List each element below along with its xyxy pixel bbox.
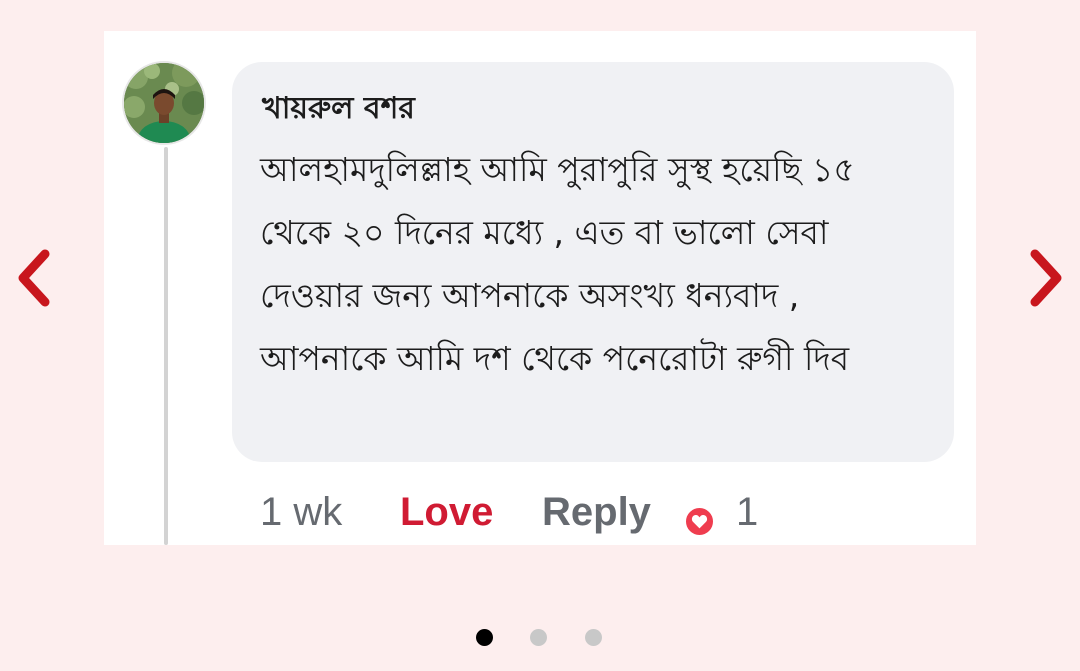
thread-line [164,147,168,545]
avatar[interactable] [122,61,206,145]
heart-icon[interactable] [684,506,715,537]
comment-text: আলহামদুলিল্লাহ আমি পুরাপুরি সুস্থ হয়েছি… [260,150,855,378]
pagination-dot-3[interactable] [585,629,602,646]
chevron-right-icon [1030,249,1062,307]
chevron-left-icon [18,249,50,307]
comment-author[interactable]: খায়রুল বশর [262,84,415,135]
next-slide-button[interactable] [1015,240,1075,316]
comment-card: খায়রুল বশর আলহামদুলিল্লাহ আমি পুরাপুরি … [104,31,976,545]
pagination-dot-1[interactable] [476,629,493,646]
comment-timestamp[interactable]: 1 wk [260,487,342,537]
carousel-pagination [476,629,606,647]
reaction-count[interactable]: 1 [736,487,758,537]
pagination-dot-2[interactable] [530,629,547,646]
comment-actions: 1 wk Love Reply 1 [260,487,940,537]
prev-slide-button[interactable] [5,240,65,316]
love-button[interactable]: Love [400,487,493,537]
avatar-photo [124,63,204,143]
comment-bubble: খায়রুল বশর আলহামদুলিল্লাহ আমি পুরাপুরি … [232,62,954,462]
reply-button[interactable]: Reply [542,487,651,537]
